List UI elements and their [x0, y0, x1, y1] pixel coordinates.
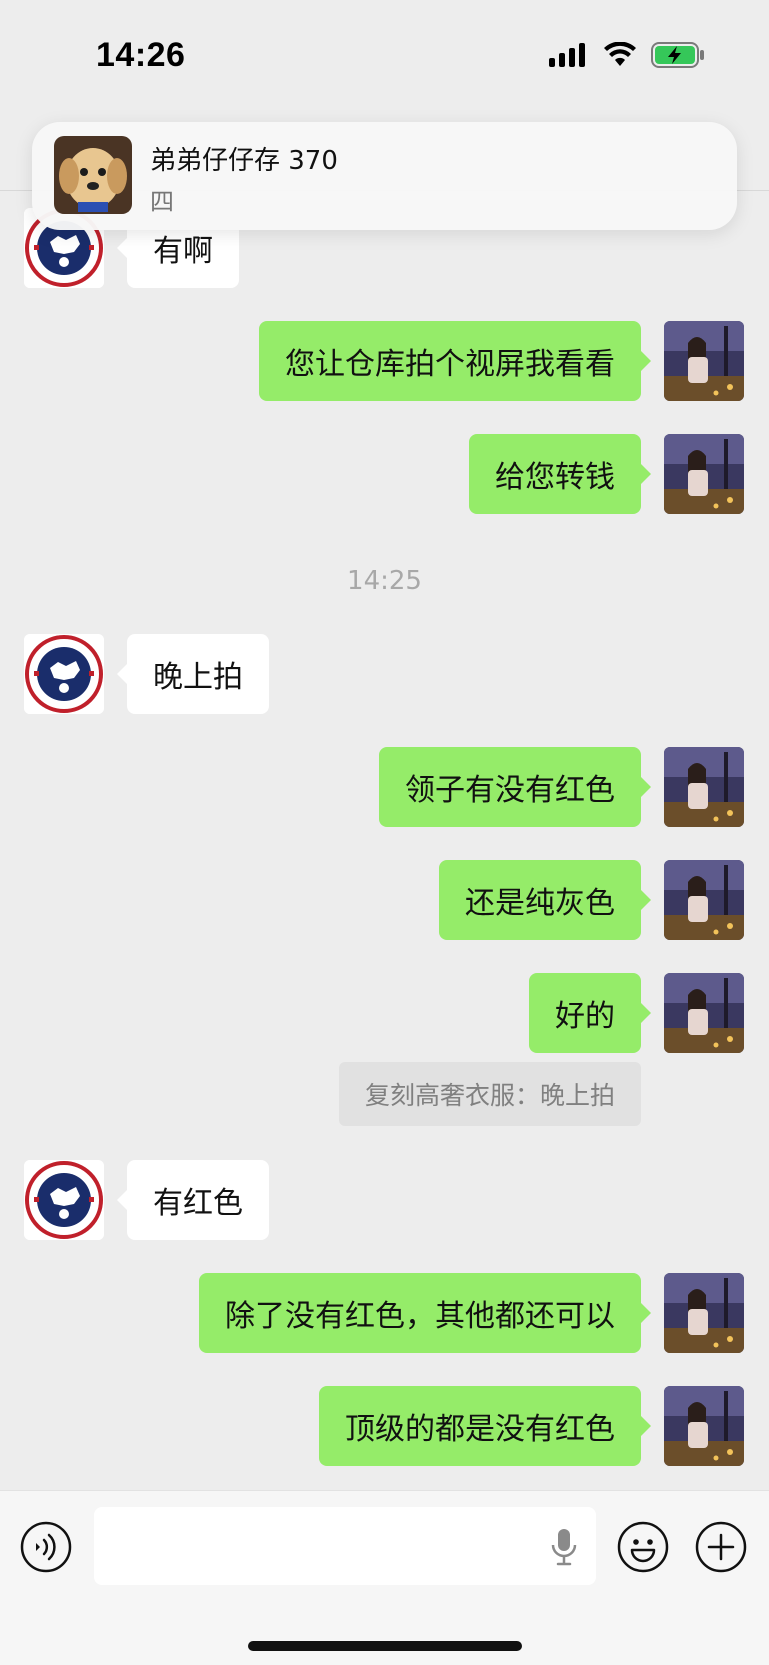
- battery-charging-icon: [651, 42, 704, 68]
- status-bar: 14:26: [0, 0, 769, 120]
- user-avatar[interactable]: [664, 973, 744, 1053]
- notification-avatar: [54, 136, 132, 214]
- message-timestamp: 14:25: [347, 566, 422, 596]
- message-bubble-sent[interactable]: 还是纯灰色: [439, 860, 651, 940]
- emoji-icon: [617, 1521, 669, 1573]
- user-avatar[interactable]: [664, 434, 744, 514]
- user-avatar[interactable]: [664, 747, 744, 827]
- microphone-icon[interactable]: [550, 1527, 578, 1567]
- message-bubble-received[interactable]: 晚上拍: [117, 634, 269, 714]
- message-bubble-sent[interactable]: 您让仓库拍个视屏我看看: [259, 321, 651, 401]
- message-bubble-sent[interactable]: 领子有没有红色: [379, 747, 651, 827]
- notification-banner[interactable]: 弟弟仔仔存 370 四: [32, 122, 737, 230]
- message-bubble-received[interactable]: 有红色: [117, 1160, 269, 1240]
- user-avatar[interactable]: [664, 1273, 744, 1353]
- contact-avatar[interactable]: [24, 634, 104, 714]
- notification-message: 四: [150, 188, 174, 216]
- message-input[interactable]: [94, 1507, 596, 1585]
- message-bubble-sent[interactable]: 好的: [529, 973, 651, 1053]
- input-bar: [0, 1490, 769, 1665]
- status-time: 14:26: [96, 36, 186, 74]
- message-bubble-sent[interactable]: 除了没有红色，其他都还可以: [199, 1273, 651, 1353]
- more-button[interactable]: [695, 1521, 747, 1573]
- message-bubble-sent[interactable]: 顶级的都是没有红色: [319, 1386, 651, 1466]
- home-indicator: [248, 1641, 522, 1651]
- system-icons: [549, 42, 705, 68]
- wifi-icon: [604, 42, 636, 66]
- signal-icon: [549, 43, 585, 67]
- notification-sender: 弟弟仔仔存 370: [150, 146, 338, 176]
- message-bubble-sent[interactable]: 给您转钱: [469, 434, 651, 514]
- user-avatar[interactable]: [664, 321, 744, 401]
- plus-icon: [695, 1521, 747, 1573]
- quoted-message[interactable]: 复刻高奢衣服：晚上拍: [338, 1062, 641, 1126]
- contact-avatar[interactable]: [24, 1160, 104, 1240]
- user-avatar[interactable]: [664, 860, 744, 940]
- voice-toggle-button[interactable]: [20, 1521, 72, 1573]
- voice-icon: [20, 1521, 72, 1573]
- emoji-button[interactable]: [617, 1521, 669, 1573]
- user-avatar[interactable]: [664, 1386, 744, 1466]
